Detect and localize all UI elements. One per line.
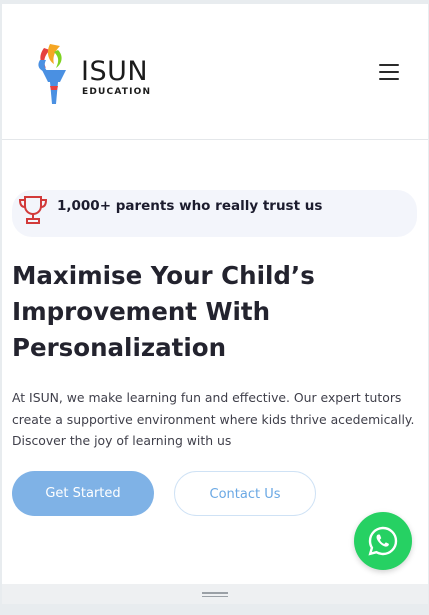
whatsapp-icon [368, 526, 398, 556]
trust-badge-text: 1,000+ parents who really trust us [57, 198, 323, 214]
page: ISUN EDUCATION 1,000+ parents who really… [2, 4, 428, 604]
trophy-icon [18, 196, 48, 224]
hero-description: At ISUN, we make learning fun and effect… [12, 390, 415, 448]
contact-us-button[interactable]: Contact Us [174, 471, 316, 516]
get-started-button[interactable]: Get Started [12, 471, 154, 516]
bottom-bar [2, 584, 428, 604]
torch-icon [38, 44, 66, 104]
drag-handle-icon[interactable] [202, 592, 228, 597]
brand-name: ISUN [81, 56, 149, 87]
brand-tagline: EDUCATION [82, 87, 152, 97]
isun-logo[interactable]: ISUN EDUCATION [36, 42, 156, 104]
site-header: ISUN EDUCATION [2, 4, 428, 140]
hamburger-menu-button[interactable] [379, 64, 399, 80]
trust-badge: 1,000+ parents who really trust us [12, 190, 417, 237]
whatsapp-button[interactable] [354, 512, 412, 570]
hamburger-icon [379, 64, 399, 66]
hero-title: Maximise Your Child’s Improvement With P… [12, 261, 315, 362]
